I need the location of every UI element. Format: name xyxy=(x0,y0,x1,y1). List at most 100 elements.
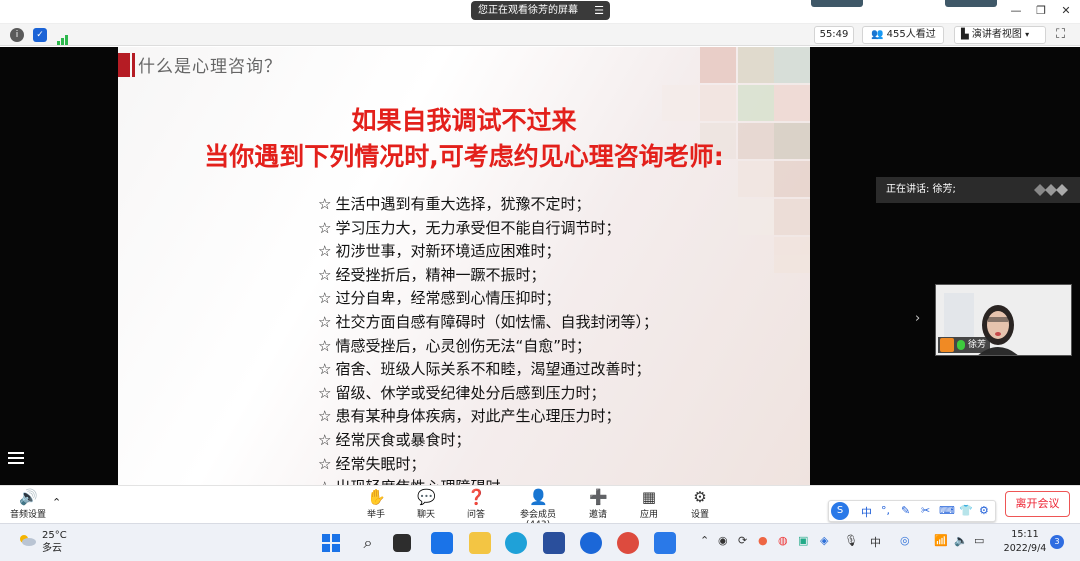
slide-list-item-text: 过分自卑，经常感到心情压抑时； xyxy=(335,289,561,308)
chat-icon: 💬 xyxy=(417,488,436,506)
active-speaker-label: 正在讲话: 徐芳; xyxy=(886,184,956,195)
windows-taskbar: 25°C 多云 ⌕ ⌃ ◉ ⟳ ● ◍ ▣ ◈ 🎙 中 ◎ 📶 🔈 ▭ 15:1… xyxy=(0,523,1080,561)
viewer-count[interactable]: 👥 455人看过 xyxy=(862,26,944,44)
screen-share-indicator[interactable]: 您正在观看徐芳的屏幕 ☰ xyxy=(471,1,610,20)
tray-app-icon[interactable]: ▣ xyxy=(798,534,808,547)
meeting-app-icon[interactable] xyxy=(654,532,676,554)
slide-list-item: ☆ 留级、休学或受纪律处分后感到压力时； xyxy=(318,382,738,406)
restore-icon[interactable]: ❐ xyxy=(1029,3,1053,19)
clock-date: 2022/9/4 xyxy=(1003,543,1047,554)
accent-bar xyxy=(118,53,130,77)
star-icon: ☆ xyxy=(318,430,332,449)
keyboard-icon[interactable]: ⌨ xyxy=(939,504,955,517)
tray-app-icon[interactable]: ⟳ xyxy=(738,534,747,547)
chevron-up-icon[interactable]: ⌃ xyxy=(700,534,709,547)
slide-list-item-text: 宿舍、班级人际关系不和睦，渴望通过改善时； xyxy=(335,360,651,379)
view-mode-dropdown[interactable]: ▙ 演讲者视图 ▾ xyxy=(954,26,1046,44)
system-clock[interactable]: 15:11 2022/9/4 xyxy=(1002,528,1048,556)
slide-list-item-text: 经常厌食或暴食时； xyxy=(335,430,471,449)
star-icon: ☆ xyxy=(318,289,332,308)
settings-button[interactable]: ⚙ 设置 xyxy=(690,489,710,520)
tray-app-icon[interactable]: ● xyxy=(758,534,768,547)
star-icon: ☆ xyxy=(318,242,332,261)
invite-button[interactable]: ➕ 邀请 xyxy=(588,489,608,520)
ime-toolbar[interactable]: S 中 °, ✎ ✂ ⌨ 👕 ⚙ xyxy=(828,500,996,522)
signal-icon[interactable] xyxy=(57,30,69,45)
info-icon[interactable]: i xyxy=(10,28,24,42)
app-icon[interactable] xyxy=(580,532,602,554)
speaker-video[interactable]: 徐芳 xyxy=(935,284,1072,356)
question-icon: ❓ xyxy=(467,488,486,506)
add-user-icon: ➕ xyxy=(589,488,608,506)
star-icon: ☆ xyxy=(318,265,332,284)
ime-mode-label[interactable]: 中 xyxy=(861,504,872,520)
tray-app-icon[interactable]: ◈ xyxy=(820,534,828,547)
slide-list-item-text: 留级、休学或受纪律处分后感到压力时； xyxy=(335,383,606,402)
chat-button[interactable]: 💬 聊天 xyxy=(416,489,436,520)
tray-app-icon[interactable]: ◉ xyxy=(718,534,728,547)
scissors-icon[interactable]: ✂ xyxy=(921,504,930,517)
meeting-toolbar: i ✓ 55:49 👥 455人看过 ▙ 演讲者视图 ▾ ⛶ xyxy=(0,24,1080,46)
star-icon: ☆ xyxy=(318,383,332,402)
edge-browser-icon[interactable] xyxy=(505,532,527,554)
start-icon[interactable] xyxy=(320,532,342,554)
thumbnail-strip[interactable] xyxy=(945,0,997,7)
audio-settings-button[interactable]: 🔊 音频设置 xyxy=(10,489,46,520)
folder-icon[interactable] xyxy=(469,532,491,554)
thumbnail-strip[interactable] xyxy=(811,0,863,7)
slide-list-item: ☆ 学习压力大，无力承受但不能自行调节时； xyxy=(318,217,738,241)
gear-icon: ⚙ xyxy=(693,488,707,506)
qa-label: 问答 xyxy=(466,510,485,520)
menu-icon[interactable]: ☰ xyxy=(594,1,604,20)
microphone-icon[interactable]: 🎙 xyxy=(844,534,858,547)
raise-hand-button[interactable]: ✋ 举手 xyxy=(366,489,386,520)
apps-button[interactable]: ▦ 应用 xyxy=(639,489,659,520)
slide-list-item-text: 生活中遇到有重大选择，犹豫不定时； xyxy=(335,195,591,213)
star-icon: ☆ xyxy=(318,407,332,426)
slide-list-item-text: 初涉世事，对新环境适应困难时； xyxy=(335,242,561,261)
pen-icon[interactable]: ✎ xyxy=(901,504,910,517)
star-icon: ☆ xyxy=(318,478,331,485)
slide-list-item-text: 经常失眠时； xyxy=(335,454,426,473)
tray-app-icon[interactable]: ◍ xyxy=(778,534,788,547)
chat-label: 聊天 xyxy=(416,510,435,520)
person-icon: 👤 xyxy=(529,488,548,506)
chevron-up-icon[interactable]: ⌃ xyxy=(52,496,61,509)
slide-list-item-text: 情感受挫后，心灵创伤无法“自愈”时； xyxy=(335,336,591,355)
mail-icon[interactable] xyxy=(431,532,453,554)
tray-app-icon[interactable]: ◎ xyxy=(900,534,910,547)
slide-list-item-text: 经受挫折后，精神一蹶不振时； xyxy=(335,265,546,284)
leave-meeting-button[interactable]: 离开会议 xyxy=(1005,491,1070,517)
close-icon[interactable]: ✕ xyxy=(1054,3,1078,19)
wifi-icon[interactable]: 📶 xyxy=(934,534,948,547)
task-view-icon[interactable] xyxy=(393,534,411,552)
slide-list-item-text: 患有某种身体疾病，对此产生心理压力时； xyxy=(335,407,621,426)
slide-list-item-text: 社交方面自感有障碍时（如怯懦、自我封闭等）； xyxy=(335,312,658,331)
notification-badge[interactable]: 3 xyxy=(1050,535,1064,549)
chevron-down-icon: ▾ xyxy=(1025,30,1030,39)
store-icon[interactable] xyxy=(543,532,565,554)
avatar-icon xyxy=(940,338,954,352)
slide-list-item: ☆ 出现轻度焦性心理障碍时 xyxy=(318,476,738,485)
qa-button[interactable]: ❓ 问答 xyxy=(466,489,486,520)
settings-label: 设置 xyxy=(690,510,709,520)
slide-list-item: ☆ 情感受挫后，心灵创伤无法“自愈”时； xyxy=(318,335,738,359)
share-label: 您正在观看徐芳的屏幕 xyxy=(478,5,578,16)
star-icon: ☆ xyxy=(318,336,332,355)
list-toggle-icon[interactable] xyxy=(8,452,24,466)
shield-icon[interactable]: ✓ xyxy=(33,28,47,42)
fullscreen-icon[interactable]: ⛶ xyxy=(1056,27,1065,42)
shirt-icon[interactable]: 👕 xyxy=(959,504,973,517)
minimize-icon[interactable]: — xyxy=(1004,3,1028,19)
active-speaker-banner: 正在讲话: 徐芳; xyxy=(876,177,1080,203)
chrome-icon[interactable] xyxy=(617,532,639,554)
gear-icon[interactable]: ⚙ xyxy=(979,504,989,517)
search-icon[interactable]: ⌕ xyxy=(357,532,379,554)
volume-icon[interactable]: 🔈 xyxy=(954,534,968,547)
punctuation-icon[interactable]: °, xyxy=(881,504,890,517)
chevron-right-icon[interactable]: › xyxy=(915,311,920,326)
accent-bar xyxy=(132,53,135,77)
battery-icon[interactable]: ▭ xyxy=(974,534,984,547)
layout-icon: ▙ xyxy=(961,29,969,40)
input-language-label[interactable]: 中 xyxy=(870,534,881,550)
